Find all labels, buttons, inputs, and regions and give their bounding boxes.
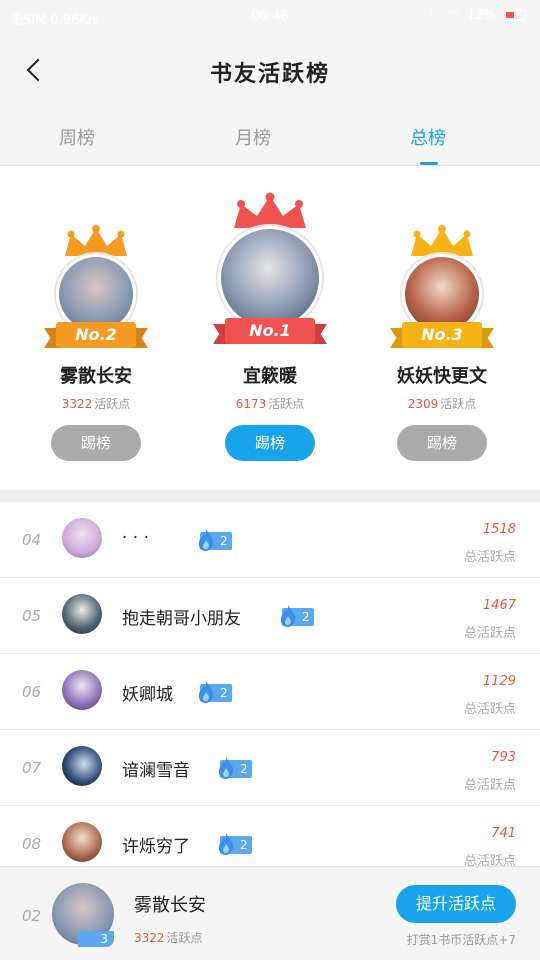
moon-icon: ☾ [428,8,440,23]
row-rank: 06 [22,683,42,701]
tab-total[interactable]: 总榜 [368,124,488,150]
my-points: 3322 活跃点 [134,931,203,945]
rank-ribbon: No.2 [56,322,136,348]
tab-weekly[interactable]: 周榜 [17,124,137,150]
rank-ribbon: No.3 [402,322,482,348]
row-score-label: 总活跃点 [463,550,516,565]
tab-monthly[interactable]: 月榜 [193,124,313,150]
podium-points: 6173 活跃点 [235,397,305,411]
flame-icon [198,681,214,703]
row-score-label: 总活跃点 [463,854,516,866]
podium-points: 2309 活跃点 [407,397,477,411]
row-name: 抱走朝哥小朋友 [122,609,241,629]
battery-icon [504,10,526,21]
avatar[interactable] [62,822,102,862]
level-badge: 3 [78,931,114,947]
flame-icon [218,757,234,779]
tab-bar: 周榜 月榜 总榜 [0,106,540,166]
reward-hint: 打赏1书币活跃点+7 [406,933,516,947]
my-rank: 02 [22,907,42,925]
flame-icon [198,529,214,551]
status-icons: ☾ ◠ 12% [428,8,526,23]
level-badge: 2 [218,833,252,855]
list-item[interactable]: 06 妖卿城 2 1129 总活跃点 [0,654,540,730]
row-score-label: 总活跃点 [463,778,516,793]
avatar[interactable] [218,226,322,330]
avatar[interactable] [62,594,102,634]
list-item[interactable]: 05 抱走朝哥小朋友 2 1467 总活跃点 [0,578,540,654]
flame-icon [218,833,234,855]
level-badge: 2 [280,605,314,627]
row-score: 1518 [482,522,516,537]
my-rank-bar: 02 3 雾散长安 3322 活跃点 提升活跃点 打赏1书币活跃点+7 [0,866,540,960]
row-name: 许烁穷了 [122,837,190,857]
podium-name: 雾散长安 [60,366,132,387]
kick-button[interactable]: 踢榜 [397,425,487,461]
list-item[interactable]: 08 许烁穷了 2 741 总活跃点 [0,806,540,866]
wifi-icon: ◠ [447,8,460,23]
list-item[interactable]: 04 · · · 2 1518 总活跃点 [0,502,540,578]
row-rank: 07 [22,759,42,777]
row-score: 793 [491,750,516,765]
tab-active-indicator [420,162,438,165]
level-badge: 2 [198,681,232,703]
podium-points: 3322 活跃点 [61,397,131,411]
flame-icon [280,605,296,627]
status-bar: 无SIM 0.96K/s 00:46 ☾ ◠ 12% [0,0,540,34]
kick-button[interactable]: 踢榜 [51,425,141,461]
my-name: 雾散长安 [134,895,206,916]
list-item[interactable]: 07 谙澜雪音 2 793 总活跃点 [0,730,540,806]
level-badge: 2 [218,757,252,779]
kick-button[interactable]: 踢榜 [225,425,315,461]
top-three-podium: No.2 .rank-card:nth-of-type(1) .ribbon::… [0,166,540,490]
rank-ribbon: No.1 [225,318,315,344]
podium-name: 妖妖快更文 [397,366,487,387]
row-rank: 08 [22,835,42,853]
row-score: 1467 [482,598,516,613]
section-divider [0,490,540,502]
boost-activity-button[interactable]: 提升活跃点 [396,885,516,923]
podium-rank-3: No.3 妖妖快更文 2309 活跃点 踢榜 [352,166,532,490]
rank-label: No.2 [56,322,136,348]
rank-label: No.1 [225,318,315,344]
podium-rank-2: No.2 .rank-card:nth-of-type(1) .ribbon::… [6,166,186,490]
row-rank: 04 [22,531,42,549]
battery-percent: 12% [467,8,496,23]
row-name: 谙澜雪音 [122,761,190,781]
row-rank: 05 [22,607,42,625]
row-score: 1129 [482,674,516,689]
rank-label: No.3 [402,322,482,348]
row-name: · · · [122,528,150,548]
ranking-list: 04 · · · 2 1518 总活跃点 05 抱走朝哥小朋友 2 1467 总… [0,502,540,866]
avatar[interactable] [62,746,102,786]
podium-rank-1: No.1 宜簌暖 6173 活跃点 踢榜 [180,166,360,490]
row-score: 741 [491,826,516,841]
podium-name: 宜簌暖 [243,366,297,387]
page-title: 书友活跃榜 [209,62,330,87]
app-header: 书友活跃榜 [0,34,540,106]
level-badge: 2 [198,529,232,551]
avatar[interactable] [62,670,102,710]
avatar[interactable] [62,518,102,558]
row-name: 妖卿城 [122,685,173,705]
row-score-label: 总活跃点 [463,626,516,641]
row-score-label: 总活跃点 [463,702,516,717]
